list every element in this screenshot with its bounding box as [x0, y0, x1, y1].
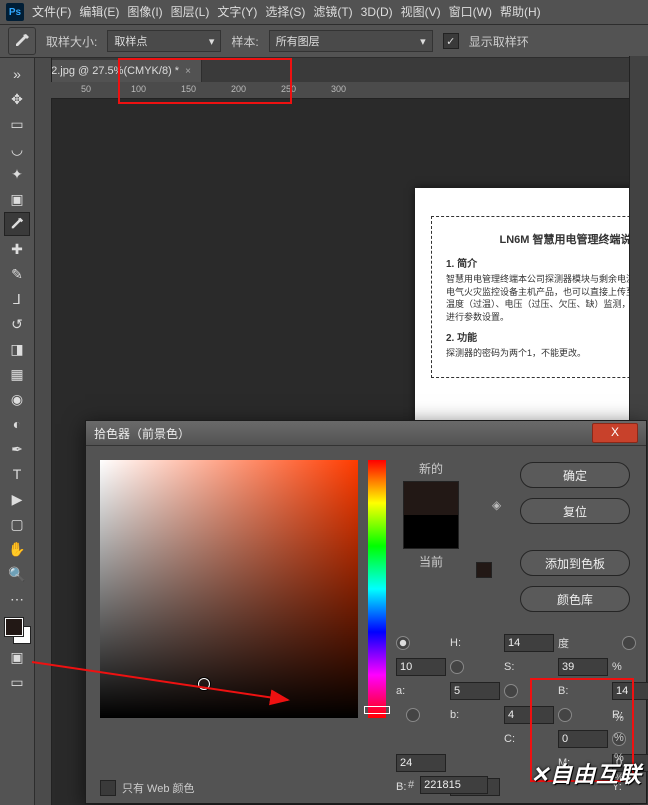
color-library-button[interactable]: 颜色库	[520, 586, 630, 612]
radio-r[interactable]	[558, 708, 572, 722]
tool-panel: » ✥ ▭ ◡ ✦ ▣ ✚ ✎ ⅃ ↺ ◨ ▦ ◉ ◐ ✒ T ▶ ▢ ✋ 🔍 …	[0, 58, 35, 805]
stamp-tool[interactable]: ⅃	[4, 287, 30, 311]
tabs-toggle-icon[interactable]: »	[4, 62, 30, 86]
s-input[interactable]	[558, 658, 608, 676]
sample-select[interactable]: 所有图层▾	[269, 30, 433, 52]
hue-slider[interactable]	[368, 460, 386, 718]
foreground-swatch[interactable]	[5, 618, 23, 636]
wand-tool[interactable]: ✦	[4, 162, 30, 186]
web-only-label: 只有 Web 颜色	[122, 780, 195, 796]
show-ring-label: 显示取样环	[469, 33, 529, 50]
marquee-tool[interactable]: ▭	[4, 112, 30, 136]
radio-b2[interactable]	[406, 708, 420, 722]
tiny-swatch[interactable]	[476, 562, 492, 578]
crop-tool[interactable]: ▣	[4, 187, 30, 211]
ruler-horizontal: 50 100 150 200 250 300	[51, 82, 648, 99]
c-input[interactable]	[558, 730, 608, 748]
eyedropper-icon[interactable]	[8, 27, 36, 55]
web-only-row: 只有 Web 颜色	[100, 780, 195, 796]
sample-size-select[interactable]: 取样点▾	[107, 30, 221, 52]
move-tool[interactable]: ✥	[4, 87, 30, 111]
radio-s[interactable]	[450, 660, 464, 674]
current-color-swatch	[404, 515, 458, 548]
screenmode-tool[interactable]: ▭	[4, 670, 30, 694]
radio-h[interactable]	[396, 636, 410, 650]
doc-title: LN6M 智慧用电管理终端说明	[446, 231, 648, 247]
sample-label: 样本:	[231, 33, 258, 50]
close-tab-icon[interactable]: ×	[185, 66, 191, 77]
document-tabs: 02.jpg @ 27.5%(CMYK/8) * ×	[35, 58, 648, 82]
menu-filter[interactable]: 滤镜(T)	[313, 0, 352, 24]
blur-tool[interactable]: ◉	[4, 387, 30, 411]
menu-help[interactable]: 帮助(H)	[500, 0, 541, 24]
menu-select[interactable]: 选择(S)	[265, 0, 305, 24]
tab-label: 02.jpg @ 27.5%(CMYK/8) *	[45, 65, 179, 77]
menu-image[interactable]: 图像(I)	[127, 0, 162, 24]
current-label: 当前	[419, 553, 443, 570]
a-input[interactable]	[450, 682, 500, 700]
heal-tool[interactable]: ✚	[4, 237, 30, 261]
menu-view[interactable]: 视图(V)	[401, 0, 441, 24]
options-bar: 取样大小: 取样点▾ 样本: 所有图层▾ ✓ 显示取样环	[0, 25, 648, 58]
dialog-titlebar[interactable]: 拾色器（前景色） X	[86, 421, 646, 446]
quickmask-tool[interactable]: ▣	[4, 645, 30, 669]
color-picker-dialog: 拾色器（前景色） X 新的 当前 ◈ 确定 复位 添加到色板 颜色库	[85, 420, 647, 804]
hex-row: #	[408, 776, 488, 794]
doc-p2: 探测器的密码为两个1，不能更改。	[446, 347, 648, 360]
history-brush-tool[interactable]: ↺	[4, 312, 30, 336]
hue-thumb[interactable]	[364, 706, 390, 714]
menu-edit[interactable]: 编辑(E)	[79, 0, 119, 24]
color-preview	[403, 481, 459, 549]
brush-tool[interactable]: ✎	[4, 262, 30, 286]
dodge-tool[interactable]: ◐	[4, 412, 30, 436]
doc-h1: 1. 简介	[446, 255, 648, 270]
show-ring-checkbox[interactable]: ✓	[443, 33, 459, 49]
gradient-tool[interactable]: ▦	[4, 362, 30, 386]
zoom-tool[interactable]: 🔍	[4, 562, 30, 586]
doc-h2: 2. 功能	[446, 329, 648, 344]
menu-layer[interactable]: 图层(L)	[171, 0, 210, 24]
sv-field[interactable]	[100, 460, 358, 718]
hand-tool[interactable]: ✋	[4, 537, 30, 561]
new-color-swatch	[404, 482, 458, 515]
document-tab[interactable]: 02.jpg @ 27.5%(CMYK/8) * ×	[35, 60, 202, 82]
menu-window[interactable]: 窗口(W)	[449, 0, 492, 24]
ps-logo: Ps	[6, 3, 24, 21]
dialog-title: 拾色器（前景色）	[94, 425, 190, 442]
color-swatches[interactable]	[3, 616, 31, 644]
sample-size-label: 取样大小:	[46, 33, 97, 50]
type-tool[interactable]: T	[4, 462, 30, 486]
menu-file[interactable]: 文件(F)	[32, 0, 71, 24]
lasso-tool[interactable]: ◡	[4, 137, 30, 161]
cube-icon[interactable]: ◈	[492, 498, 506, 512]
chevron-down-icon: ▾	[209, 35, 215, 48]
menu-type[interactable]: 文字(Y)	[217, 0, 257, 24]
lab-b-input[interactable]	[504, 706, 554, 724]
path-select-tool[interactable]: ▶	[4, 487, 30, 511]
ok-button[interactable]: 确定	[520, 462, 630, 488]
l-input[interactable]	[396, 658, 446, 676]
b-input[interactable]	[612, 682, 648, 700]
add-swatch-button[interactable]: 添加到色板	[520, 550, 630, 576]
eraser-tool[interactable]: ◨	[4, 337, 30, 361]
menu-bar: Ps 文件(F) 编辑(E) 图像(I) 图层(L) 文字(Y) 选择(S) 滤…	[0, 0, 648, 25]
eyedropper-tool[interactable]	[4, 212, 30, 236]
close-button[interactable]: X	[592, 423, 638, 443]
radio-l[interactable]	[622, 636, 636, 650]
radio-b[interactable]	[504, 684, 518, 698]
more-tool[interactable]: ⋯	[4, 587, 30, 611]
cancel-button[interactable]: 复位	[520, 498, 630, 524]
web-only-checkbox[interactable]	[100, 780, 116, 796]
chevron-down-icon: ▾	[420, 35, 426, 48]
doc-p1: 智慧用电管理终端本公司探测器模块与剩余电流互感器产生的电气火灾监控设备主机产品，…	[446, 273, 648, 323]
h-input[interactable]	[504, 634, 554, 652]
menu-3d[interactable]: 3D(D)	[361, 0, 393, 24]
shape-tool[interactable]: ▢	[4, 512, 30, 536]
g-input[interactable]	[396, 754, 446, 772]
new-label: 新的	[419, 460, 443, 477]
ruler-vertical	[35, 58, 52, 805]
sv-cursor[interactable]	[198, 678, 210, 690]
hex-input[interactable]	[420, 776, 488, 794]
pen-tool[interactable]: ✒	[4, 437, 30, 461]
